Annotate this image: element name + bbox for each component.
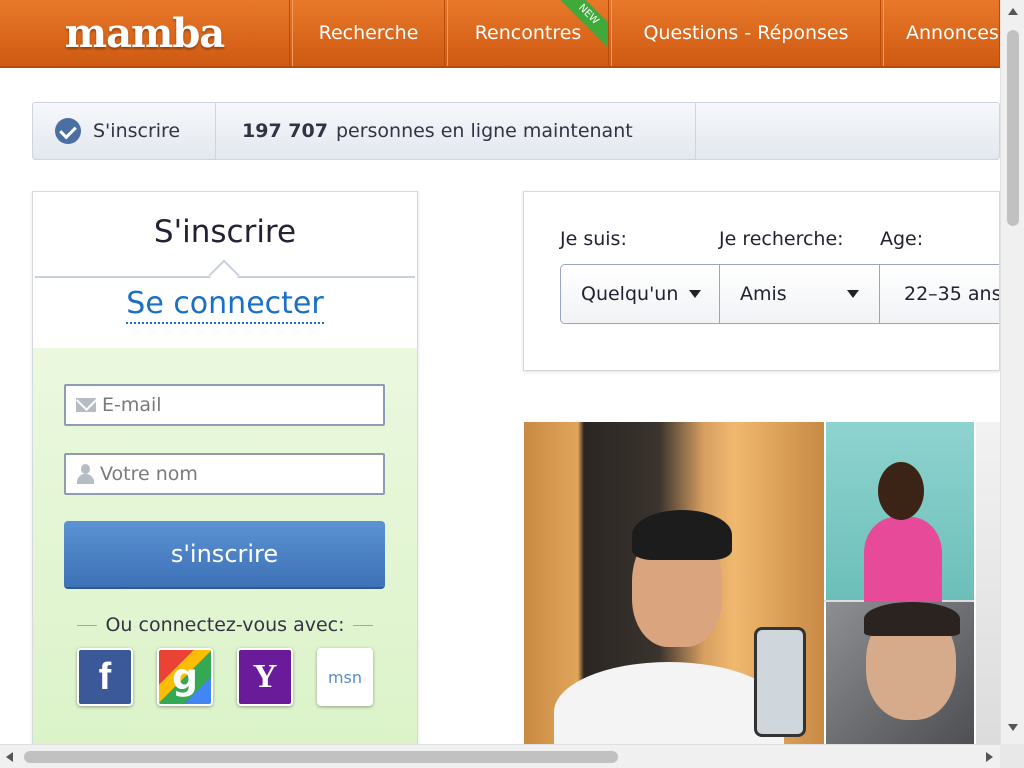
photo-shape [864,602,960,636]
photo-shape [554,662,784,744]
horizontal-scroll-thumb[interactable] [24,751,618,763]
age-label: Age: [880,228,924,250]
signup-button[interactable]: s'inscrire [64,521,385,587]
member-photo-large[interactable] [524,422,824,744]
social-login-label: Ou connectez-vous avec: [33,614,417,636]
name-field [64,453,385,495]
nav-questions[interactable]: Questions - Réponses [611,0,881,66]
member-photo-small-1[interactable] [824,422,974,607]
online-counter: 197 707 personnes en ligne maintenant [218,103,696,159]
mail-icon [76,398,96,412]
chevron-down-icon [847,290,859,298]
vertical-scroll-thumb[interactable] [1007,30,1019,226]
nav-rencontres-label: Rencontres [474,22,582,44]
photo-shape [864,462,942,607]
facebook-icon[interactable]: f [77,648,133,706]
google-icon[interactable]: g [157,648,213,706]
status-signup-button[interactable]: S'inscrire [33,103,216,159]
photo-shape [878,462,924,520]
arrow-left-icon[interactable] [6,752,13,762]
top-nav: mamba Recherche Rencontres NEW Questions… [0,0,1000,68]
member-photo-small-3[interactable] [974,422,1000,744]
login-link-wrap: Se connecter [33,286,417,324]
signup-title: S'inscrire [153,214,297,250]
name-input[interactable] [100,463,370,485]
scrollbar-corner [1000,744,1024,768]
vertical-scrollbar[interactable] [1000,0,1024,744]
online-text: personnes en ligne maintenant [335,120,633,142]
online-count: 197 707 [242,120,328,142]
i-am-select[interactable]: Quelqu'un [560,264,720,324]
seeking-value: Amis [740,283,787,305]
mamba-logo[interactable]: mamba [0,0,290,66]
age-value: 22–35 ans [904,283,1000,305]
arrow-right-icon[interactable] [986,752,993,762]
photo-shape [864,517,942,607]
arrow-down-icon[interactable] [1008,724,1018,731]
age-select[interactable]: 22–35 ans [879,264,1000,324]
arrow-up-icon[interactable] [1008,8,1018,15]
msn-icon[interactable]: msn [317,648,373,706]
horizontal-scrollbar[interactable] [0,744,1000,768]
photo-shape [754,627,806,737]
signup-form: s'inscrire Ou connectez-vous avec: f g Y… [33,348,417,750]
seeking-select[interactable]: Amis [719,264,880,324]
photo-shape [632,510,732,560]
signup-panel: S'inscrire Se connecter s'inscrire Ou co… [32,191,418,751]
search-panel: Je suis: Je recherche: Age: Quelqu'un Am… [523,191,1000,371]
member-photo-small-2[interactable] [824,602,974,744]
check-icon [55,118,81,144]
nav-annonces[interactable]: Annonces [883,0,1000,66]
user-icon [76,464,94,484]
email-input[interactable] [102,394,372,416]
status-signup-label: S'inscrire [93,120,181,142]
nav-search[interactable]: Recherche [292,0,445,66]
login-link[interactable]: Se connecter [126,286,324,324]
email-field [64,384,385,426]
i-am-value: Quelqu'un [581,283,679,305]
status-bar: S'inscrire 197 707 personnes en ligne ma… [32,102,1000,160]
member-photos [524,422,1000,744]
chevron-down-icon [689,290,701,298]
nav-rencontres[interactable]: Rencontres NEW [447,0,609,66]
i-am-label: Je suis: [560,228,627,250]
seeking-label: Je recherche: [719,228,844,250]
yahoo-icon[interactable]: Y [237,648,293,706]
